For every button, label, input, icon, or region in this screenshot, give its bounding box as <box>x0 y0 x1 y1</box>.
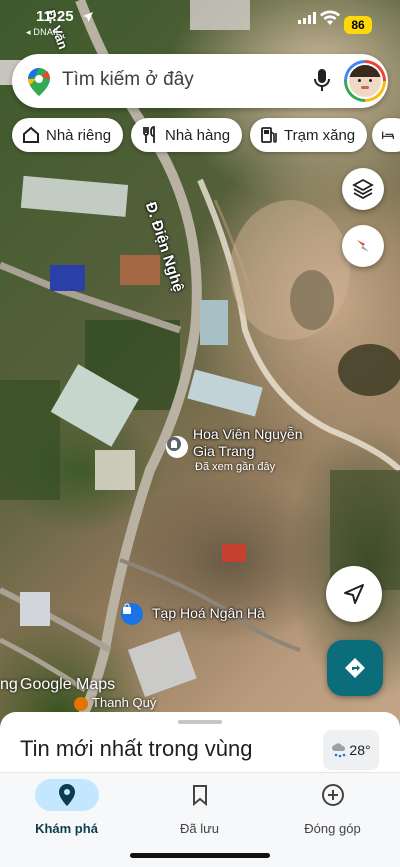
poi-garden-label[interactable]: Hoa Viên Nguyễn Gia Trang <box>193 426 302 460</box>
google-prefix: ng <box>0 676 18 693</box>
chip-home-label: Nhà riêng <box>46 126 112 144</box>
home-indicator[interactable] <box>130 853 270 858</box>
status-bar: 11:25 ◂ DNAIL 86 <box>0 0 400 40</box>
rain-cloud-icon <box>332 743 346 758</box>
nav-contribute[interactable]: Đóng góp <box>266 779 399 836</box>
shopping-bag-icon[interactable] <box>121 603 143 625</box>
location-arrow-icon <box>83 12 93 22</box>
poi-garden-line1: Hoa Viên Nguyễn <box>193 426 303 442</box>
google-logo-text: Google Maps <box>20 676 116 693</box>
poi-store-label[interactable]: Tạp Hoá Ngân Hà <box>152 605 265 622</box>
place-label-bottom: Thanh Quý <box>0 695 156 711</box>
chip-hotel[interactable] <box>372 118 400 152</box>
nav-explore[interactable]: Khám phá <box>0 779 133 836</box>
sheet-drag-handle[interactable] <box>178 720 222 724</box>
poi-garden-recent: Đã xem gần đây <box>195 461 276 473</box>
nav-saved-label: Đã lưu <box>179 821 220 836</box>
signal-icon <box>298 12 316 24</box>
chip-restaurant-label: Nhà hàng <box>165 126 231 144</box>
chip-home[interactable]: Nhà riêng <box>12 118 124 152</box>
nav-contribute-pill <box>301 779 365 811</box>
nav-explore-pill <box>34 779 99 811</box>
status-carrier: ◂ DNAIL <box>26 27 61 37</box>
gas-station-icon <box>261 127 277 143</box>
google-maps-watermark: ng Google Maps <box>0 676 116 694</box>
mic-icon[interactable] <box>314 68 330 92</box>
nav-explore-label: Khám phá <box>35 821 98 836</box>
google-maps-pin-icon <box>28 68 50 96</box>
compass-button[interactable] <box>342 225 384 267</box>
chip-gas-station[interactable]: Trạm xăng <box>250 118 368 152</box>
compass-icon <box>357 240 369 252</box>
avatar[interactable] <box>344 60 386 102</box>
carrier-text: DNAIL <box>33 27 61 37</box>
explore-pin-icon <box>58 784 75 806</box>
layers-icon <box>352 178 374 200</box>
my-location-button[interactable] <box>326 566 382 622</box>
cemetery-icon[interactable] <box>166 436 188 458</box>
weather-temp: 28° <box>349 742 371 758</box>
home-icon <box>23 126 39 143</box>
hotel-icon <box>382 131 394 139</box>
avatar-photo <box>347 63 383 99</box>
status-time: 11:25 <box>36 8 74 25</box>
nav-saved-pill <box>168 779 232 811</box>
chip-restaurant[interactable]: Nhà hàng <box>131 118 243 152</box>
place-marker-icon <box>74 696 88 711</box>
navigation-arrow-icon <box>344 584 364 604</box>
wifi-icon <box>320 10 340 25</box>
chip-gas-station-label: Trạm xăng <box>284 126 356 144</box>
search-bar[interactable]: Tìm kiếm ở đây <box>12 54 388 108</box>
layers-button[interactable] <box>342 168 384 210</box>
restaurant-icon <box>143 126 155 143</box>
directions-button[interactable] <box>327 640 383 696</box>
bookmark-icon <box>192 785 207 806</box>
weather-chip[interactable]: 28° <box>323 730 379 770</box>
directions-icon <box>345 658 365 678</box>
poi-garden-line2: Gia Trang <box>193 443 255 459</box>
battery-indicator: 86 <box>344 16 372 34</box>
nav-saved[interactable]: Đã lưu <box>133 779 266 836</box>
add-circle-icon <box>321 784 344 806</box>
sheet-title: Tin mới nhất trong vùng <box>20 736 253 761</box>
search-input[interactable]: Tìm kiếm ở đây <box>62 69 194 91</box>
place-bottom-text: Thanh Quý <box>92 695 157 710</box>
nav-contribute-label: Đóng góp <box>304 821 361 836</box>
